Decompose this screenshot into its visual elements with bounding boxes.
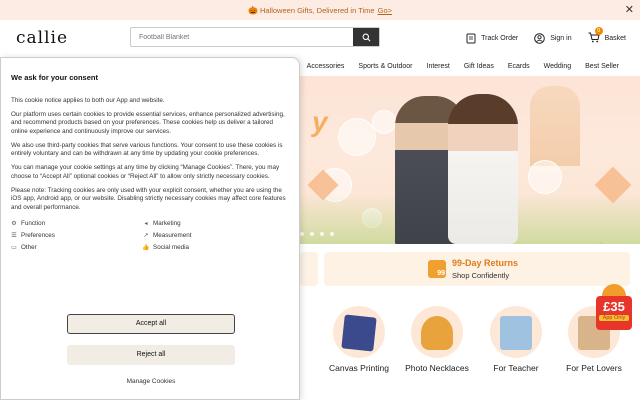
basket-count-badge: 0 bbox=[594, 26, 603, 35]
promo-text: Halloween Gifts, Delivered in Time bbox=[259, 5, 375, 15]
carousel-dots[interactable] bbox=[300, 232, 334, 236]
category-label: Photo Necklaces bbox=[405, 363, 469, 373]
consent-paragraph: Our platform uses certain cookies to pro… bbox=[11, 110, 285, 135]
basket-label: Basket bbox=[604, 34, 626, 42]
sign-in-label: Sign in bbox=[550, 34, 572, 42]
category-label: For Teacher bbox=[493, 363, 539, 373]
measurement-icon: ↗ bbox=[143, 233, 149, 239]
cookie-option-social-media[interactable]: 👍 Social media bbox=[142, 244, 283, 253]
site-logo[interactable]: callie bbox=[16, 28, 130, 48]
cookie-option-label: Marketing bbox=[153, 220, 181, 227]
returns-subtitle: Shop Confidently bbox=[452, 271, 510, 280]
cookie-option-label: Function bbox=[21, 220, 46, 227]
cookie-option-marketing[interactable]: ◂ Marketing bbox=[143, 220, 283, 229]
search-icon bbox=[362, 33, 370, 41]
ring-bubble bbox=[338, 118, 376, 156]
reject-all-button[interactable]: Reject all bbox=[67, 345, 235, 365]
category-canvas-printing[interactable]: Canvas Printing bbox=[324, 306, 394, 374]
ring-bubble bbox=[372, 110, 396, 134]
consent-paragraph: Please note: Tracking cookies are only u… bbox=[11, 186, 286, 211]
app-promo-box: £35 App Only bbox=[596, 296, 632, 330]
hero-partial-text: y bbox=[312, 106, 328, 137]
castle-illustration bbox=[530, 86, 580, 166]
nav-item-gift-ideas[interactable]: Gift Ideas bbox=[457, 63, 501, 70]
cookie-consent-dialog: We ask for your consent This cookie noti… bbox=[0, 57, 300, 400]
category-for-teacher[interactable]: For Teacher bbox=[481, 306, 551, 374]
bride-figure bbox=[448, 94, 518, 244]
nav-item-interest[interactable]: Interest bbox=[420, 63, 457, 70]
app-promo-badge[interactable]: £35 App Only bbox=[592, 282, 636, 332]
other-icon: ▭ bbox=[11, 245, 17, 251]
thumbs-up-icon: 👍 bbox=[142, 245, 150, 251]
returns-title: 99-Day Returns bbox=[452, 258, 519, 268]
category-photo-necklaces[interactable]: Photo Necklaces bbox=[402, 306, 472, 374]
category-image bbox=[490, 306, 542, 358]
cookie-option-function[interactable]: ⚙ Function bbox=[11, 220, 143, 229]
benefit-card-partial bbox=[300, 252, 318, 286]
cookie-option-label: Social media bbox=[153, 244, 190, 251]
basket-link[interactable]: 0 Basket bbox=[588, 26, 626, 45]
promo-link[interactable]: Go> bbox=[378, 6, 392, 15]
teacher-gift-image bbox=[500, 316, 532, 350]
consent-paragraph: You can manage your cookie settings at a… bbox=[11, 164, 280, 180]
cookie-option-label: Other bbox=[21, 244, 37, 251]
search-input[interactable] bbox=[131, 28, 353, 46]
preferences-icon: ☰ bbox=[11, 233, 17, 239]
returns-icon: 99 bbox=[428, 260, 446, 278]
search-bar bbox=[130, 27, 380, 47]
consent-paragraph: This cookie notice applies to both our A… bbox=[11, 96, 165, 104]
cart-icon-wrap: 0 bbox=[588, 26, 603, 45]
cookie-option-measurement[interactable]: ↗ Measurement bbox=[143, 232, 283, 241]
category-image bbox=[411, 306, 463, 358]
category-label: Canvas Printing bbox=[328, 363, 389, 373]
app-promo-caption: App Only bbox=[599, 315, 629, 321]
canvas-print-image bbox=[341, 314, 377, 352]
category-label: For Pet Lovers bbox=[566, 363, 622, 373]
user-icon bbox=[534, 32, 545, 44]
track-order-label: Track Order bbox=[481, 34, 519, 42]
marketing-icon: ◂ bbox=[144, 221, 148, 227]
site-header: callie Track Order Sign in 0 Basket bbox=[0, 20, 640, 56]
document-icon bbox=[466, 33, 476, 43]
promo-bar: 🎃 Halloween Gifts, Delivered in Time Go>… bbox=[0, 0, 640, 20]
function-icon: ⚙ bbox=[11, 221, 17, 227]
search-button[interactable] bbox=[353, 28, 379, 46]
sign-in-link[interactable]: Sign in bbox=[534, 32, 572, 44]
cookie-option-other[interactable]: ▭ Other bbox=[11, 244, 143, 253]
consent-title: We ask for your consent bbox=[11, 73, 98, 82]
manage-cookies-link[interactable]: Manage Cookies bbox=[1, 378, 301, 387]
ring-bubble bbox=[528, 160, 562, 194]
cookie-option-label: Measurement bbox=[153, 232, 192, 239]
nav-item-accessories[interactable]: Accessories bbox=[300, 63, 352, 70]
necklace-image bbox=[421, 316, 453, 350]
consent-paragraph: We also use third-party cookies that ser… bbox=[11, 141, 283, 158]
nav-item-ecards[interactable]: Ecards bbox=[501, 63, 537, 70]
pumpkin-icon: 🎃 bbox=[248, 5, 258, 15]
category-image bbox=[333, 306, 385, 358]
nav-item-best-seller[interactable]: Best Seller bbox=[578, 63, 626, 70]
benefit-card-returns: 99 99-Day Returns Shop Confidently bbox=[324, 252, 630, 286]
nav-item-wedding[interactable]: Wedding bbox=[537, 63, 579, 70]
cookie-option-label: Preferences bbox=[21, 232, 55, 239]
nav-item-sports-outdoor[interactable]: Sports & Outdoor bbox=[351, 63, 419, 70]
accept-all-button[interactable]: Accept all bbox=[67, 314, 235, 334]
close-icon[interactable]: ✕ bbox=[625, 3, 634, 16]
track-order-link[interactable]: Track Order bbox=[466, 33, 518, 44]
app-promo-price: £35 bbox=[603, 299, 625, 314]
cookie-categories: ⚙ Function ◂ Marketing ☰ Preferences ↗ M… bbox=[11, 220, 289, 253]
cookie-option-preferences[interactable]: ☰ Preferences bbox=[11, 232, 143, 241]
